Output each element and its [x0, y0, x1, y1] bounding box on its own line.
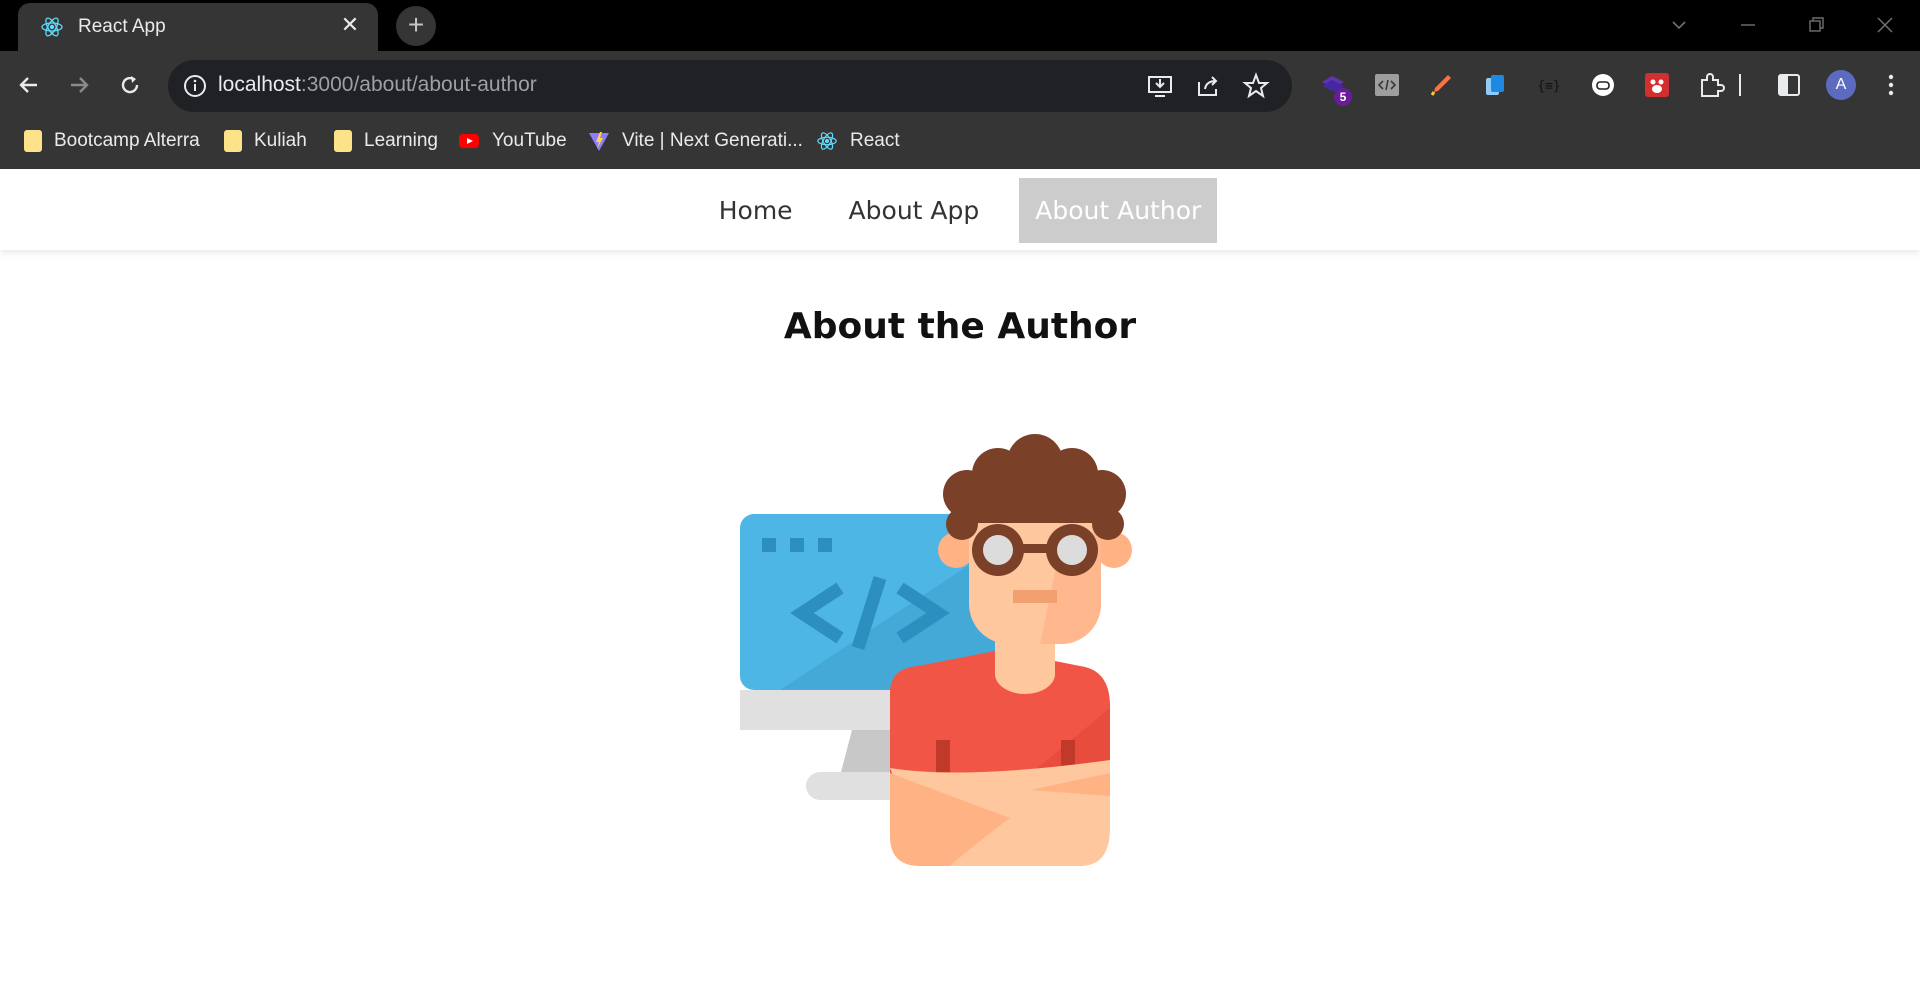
side-panel-icon[interactable]: [1774, 70, 1804, 100]
toolbar-divider: [1738, 70, 1742, 100]
bookmark-youtube[interactable]: YouTube: [458, 122, 567, 160]
close-window-icon[interactable]: [1870, 10, 1900, 40]
site-navbar: Home About App About Author: [0, 170, 1920, 250]
browser-titlebar: React App ✕ +: [0, 0, 1920, 51]
nav-link-about-app[interactable]: About App: [833, 178, 996, 243]
svg-text:{≡}: {≡}: [1537, 79, 1560, 94]
color-picker-icon[interactable]: [1426, 70, 1456, 100]
tab-title: React App: [78, 16, 166, 37]
browser-tab-active[interactable]: React App ✕: [18, 3, 378, 51]
forward-arrow-icon[interactable]: [62, 68, 96, 102]
share-icon[interactable]: [1194, 72, 1222, 100]
folder-icon: [334, 130, 352, 152]
react-icon: [817, 132, 837, 150]
close-tab-icon[interactable]: ✕: [338, 13, 362, 37]
nav-link-about-author[interactable]: About Author: [1019, 177, 1218, 243]
vite-icon: [589, 132, 609, 151]
bookmark-label: React: [850, 130, 900, 151]
extension-badge: 5: [1334, 88, 1352, 106]
bookmark-label: YouTube: [492, 130, 567, 151]
extensions-puzzle-icon[interactable]: [1696, 70, 1726, 100]
bookmark-vite[interactable]: Vite | Next Generati...: [588, 122, 803, 160]
bookmark-react[interactable]: React: [816, 122, 900, 160]
paw-extension-icon[interactable]: [1642, 70, 1672, 100]
nav-link-home[interactable]: Home: [703, 178, 809, 243]
folder-icon: [24, 130, 42, 152]
reload-icon[interactable]: [113, 68, 147, 102]
clipboard-extension-icon[interactable]: [1480, 70, 1510, 100]
code-extension-icon[interactable]: [1372, 70, 1402, 100]
developer-avatar-illustration: [740, 434, 1132, 866]
url-path: :3000/about/about-author: [300, 73, 537, 96]
profile-avatar[interactable]: A: [1826, 70, 1856, 100]
menu-kebab-icon[interactable]: [1876, 70, 1906, 100]
url-host: localhost: [218, 73, 301, 96]
folder-icon: [224, 130, 242, 152]
bookmark-label: Bootcamp Alterra: [54, 130, 200, 151]
bookmark-learning[interactable]: Learning: [334, 122, 438, 160]
back-arrow-icon[interactable]: [12, 68, 46, 102]
json-extension-icon[interactable]: {≡}: [1534, 70, 1564, 100]
url-text[interactable]: localhost:3000/about/about-author: [218, 73, 537, 97]
bookmark-label: Vite | Next Generati...: [622, 130, 803, 151]
emoji-extension-icon[interactable]: [1588, 70, 1618, 100]
bookmark-label: Kuliah: [254, 130, 307, 151]
youtube-icon: [459, 134, 479, 148]
address-bar[interactable]: localhost:3000/about/about-author: [168, 60, 1292, 112]
bookmark-star-icon[interactable]: [1242, 72, 1270, 100]
restore-icon[interactable]: [1801, 10, 1831, 40]
bookmark-bootcamp-alterra[interactable]: Bootcamp Alterra: [24, 122, 200, 160]
bookmark-kuliah[interactable]: Kuliah: [224, 122, 307, 160]
new-tab-button[interactable]: +: [396, 6, 436, 46]
react-icon: [41, 17, 63, 37]
bookmark-label: Learning: [364, 130, 438, 151]
tab-search-icon[interactable]: [1664, 10, 1694, 40]
minimize-icon[interactable]: [1733, 10, 1763, 40]
site-info-icon[interactable]: [182, 73, 208, 99]
install-app-icon[interactable]: [1146, 72, 1174, 100]
page-title: About the Author: [783, 306, 1137, 347]
